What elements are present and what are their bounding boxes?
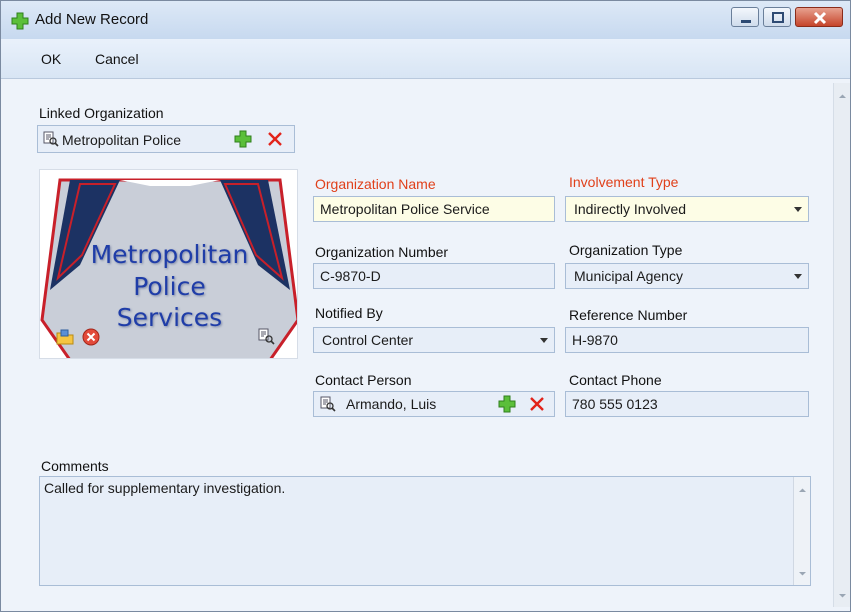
contact-phone-input[interactable]: 780 555 0123 (565, 391, 809, 417)
window-title: Add New Record (35, 11, 149, 28)
organization-logo: Metropolitan Police Services (39, 169, 298, 359)
comments-label: Comments (41, 458, 109, 474)
scroll-down-icon[interactable] (797, 568, 808, 579)
close-icon (813, 11, 827, 25)
cancel-menu-item[interactable]: Cancel (95, 51, 139, 67)
reference-number-label: Reference Number (569, 307, 688, 323)
minimize-icon (741, 20, 751, 23)
logo-line-1: Metropolitan (90, 240, 249, 269)
scroll-up-icon[interactable] (837, 91, 848, 102)
contact-person-value: Armando, Luis (346, 396, 437, 412)
contact-person-field[interactable]: Armando, Luis (313, 391, 555, 417)
linked-organization-field[interactable]: Metropolitan Police (37, 125, 295, 153)
add-linked-organization-icon[interactable] (234, 130, 252, 148)
add-contact-person-icon[interactable] (498, 395, 516, 413)
notified-by-label: Notified By (315, 305, 383, 321)
lookup-icon[interactable] (43, 131, 59, 147)
scroll-down-icon[interactable] (837, 590, 848, 601)
involvement-type-label: Involvement Type (569, 174, 679, 190)
remove-linked-organization-icon[interactable] (266, 130, 284, 148)
close-button[interactable] (795, 7, 843, 27)
minimize-button[interactable] (731, 7, 759, 27)
title-bar: Add New Record (1, 1, 850, 39)
chevron-down-icon (540, 338, 548, 343)
chevron-down-icon (794, 274, 802, 279)
organization-number-label: Organization Number (315, 244, 449, 260)
comments-value: Called for supplementary investigation. (44, 480, 286, 496)
organization-number-input[interactable]: C-9870-D (313, 263, 555, 289)
comments-scrollbar[interactable] (793, 477, 810, 585)
organization-name-input[interactable]: Metropolitan Police Service (313, 196, 555, 222)
organization-type-label: Organization Type (569, 242, 683, 258)
maximize-button[interactable] (763, 7, 791, 27)
linked-organization-value: Metropolitan Police (62, 132, 182, 148)
remove-contact-person-icon[interactable] (528, 395, 546, 413)
chevron-down-icon (794, 207, 802, 212)
comments-textarea[interactable]: Called for supplementary investigation. (39, 476, 811, 586)
form-scrollbar[interactable] (833, 83, 850, 607)
involvement-type-select[interactable]: Indirectly Involved (565, 196, 809, 222)
notified-by-select[interactable]: Control Center (313, 327, 555, 353)
logo-line-2: Police (133, 272, 206, 301)
maximize-icon (772, 12, 784, 23)
ok-menu-item[interactable]: OK (41, 51, 61, 67)
clear-icon[interactable] (82, 328, 100, 346)
contact-phone-label: Contact Phone (569, 372, 662, 388)
linked-organization-label: Linked Organization (39, 105, 164, 121)
lookup-icon[interactable] (320, 396, 336, 412)
green-plus-icon (11, 12, 29, 30)
contact-person-label: Contact Person (315, 372, 412, 388)
menu-bar: OK Cancel (1, 39, 850, 79)
view-image-icon[interactable] (258, 328, 276, 346)
organization-name-label: Organization Name (315, 176, 436, 192)
folder-icon[interactable] (56, 328, 74, 346)
reference-number-input[interactable]: H-9870 (565, 327, 809, 353)
add-new-record-window: Add New Record OK Cancel Linked Organiza… (0, 0, 851, 612)
involvement-type-value: Indirectly Involved (574, 201, 687, 217)
scroll-up-icon[interactable] (797, 485, 808, 496)
notified-by-value: Control Center (322, 332, 414, 348)
organization-type-value: Municipal Agency (574, 268, 683, 284)
organization-type-select[interactable]: Municipal Agency (565, 263, 809, 289)
